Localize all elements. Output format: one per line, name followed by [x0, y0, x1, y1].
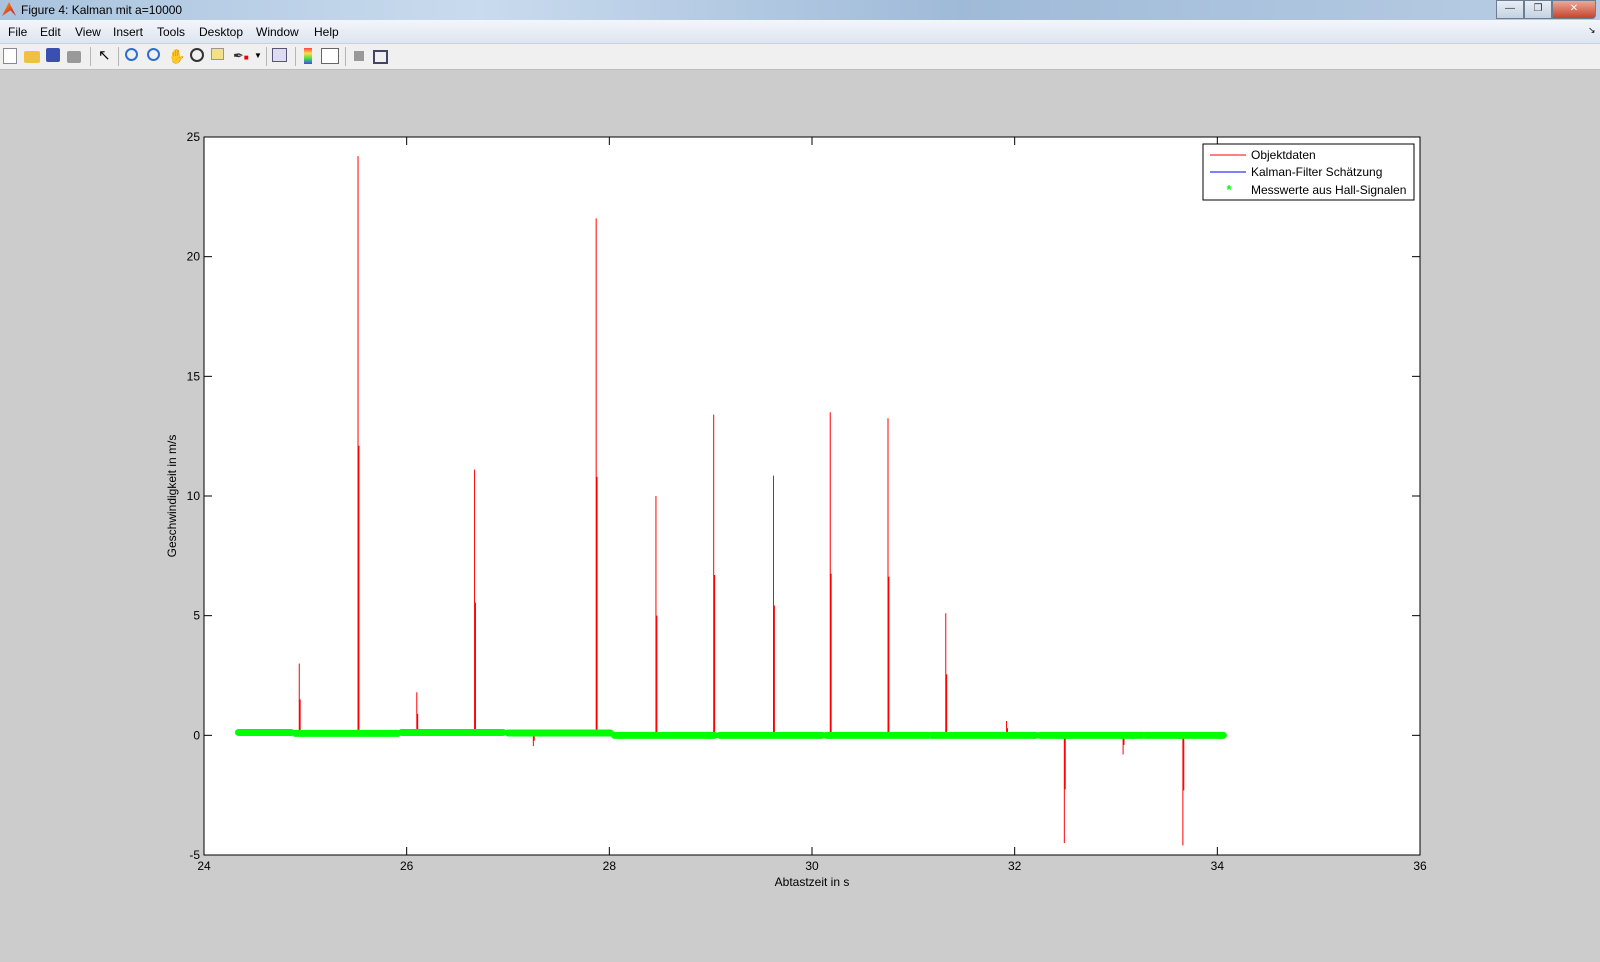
plot-area: 24 26 28 30 32 34 36-50510152025 Abtastzeit in…	[165, 130, 1427, 889]
y-tick-label: 10	[187, 489, 201, 503]
x-tick-label: 36	[1413, 859, 1427, 873]
y-axis-label: Geschwindigkeit in m/s	[165, 435, 179, 558]
legend-objektdaten: Objektdaten	[1251, 148, 1316, 162]
x-tick-label: 34	[1211, 859, 1225, 873]
legend-kalman: Kalman-Filter Schätzung	[1251, 165, 1382, 179]
y-tick-label: -5	[189, 848, 200, 862]
x-tick-label: 32	[1008, 859, 1022, 873]
x-tick-label: 28	[603, 859, 617, 873]
y-tick-label: 5	[193, 609, 200, 623]
y-tick-label: 15	[187, 369, 201, 383]
y-tick-label: 0	[193, 728, 200, 742]
legend-hall: Messwerte aus Hall-Signalen	[1251, 183, 1406, 197]
y-tick-label: 20	[187, 250, 201, 264]
y-tick-label: 25	[187, 130, 201, 144]
x-tick-label: 30	[805, 859, 819, 873]
x-axis-label: Abtastzeit in s	[775, 875, 850, 889]
axes-background	[203, 136, 1421, 856]
legend[interactable]: Objektdaten Kalman-Filter Schätzung * Me…	[1202, 143, 1415, 201]
x-tick-label: 26	[400, 859, 414, 873]
